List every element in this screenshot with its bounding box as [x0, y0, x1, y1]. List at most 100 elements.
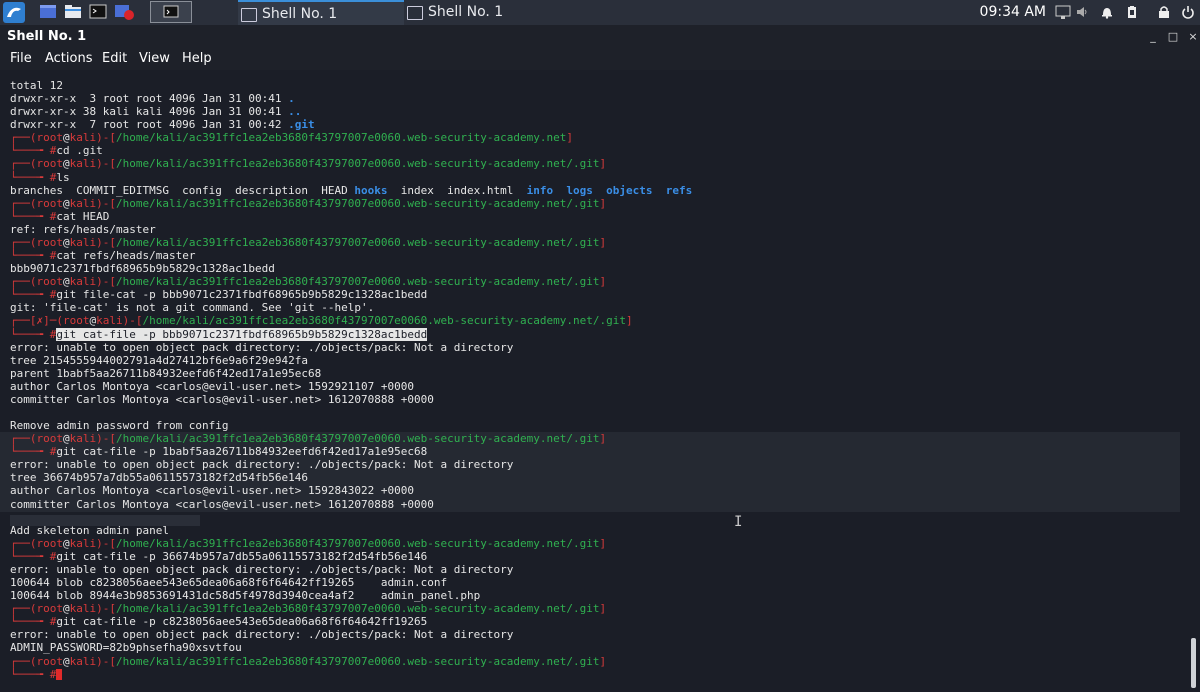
prompt-frame: ]	[599, 157, 607, 171]
output-text: 100644 blob c8238056aee543e65dea06a68f6f…	[10, 576, 448, 590]
prompt-frame: ┌──	[10, 196, 30, 210]
prompt-frame: └─	[10, 549, 24, 563]
prompt-frame: ──╼	[23, 327, 50, 341]
output-text: Remove admin password from config	[10, 419, 229, 433]
terminal-output[interactable]: total 12 drwxr-xr-x 3 root root 4096 Jan …	[0, 70, 1187, 692]
terminal-line: git: 'file-cat' is not a git command. Se…	[10, 301, 374, 314]
prompt-user: root	[36, 536, 64, 550]
output-text: error: unable to open object pack direct…	[10, 562, 514, 576]
terminal-line: Add skeleton admin panel	[10, 524, 169, 537]
prompt-frame: )-[	[96, 275, 116, 289]
prompt-frame: ┌──	[10, 432, 30, 446]
prompt-user: root	[36, 131, 64, 145]
prompt-frame: └─	[10, 209, 24, 223]
menu-view[interactable]: View	[139, 48, 170, 70]
directory-name: .	[288, 92, 295, 106]
scrollbar-thumb[interactable]	[1191, 638, 1196, 688]
menu-help[interactable]: Help	[182, 48, 212, 70]
minimize-button[interactable]: _	[1146, 25, 1160, 48]
output-text: ADMIN_PASSWORD=82b9phsefha90xsvtfou	[10, 641, 242, 655]
output-text: author Carlos Montoya <carlos@evil-user.…	[10, 379, 414, 393]
prompt-frame: [	[29, 314, 37, 328]
prompt-frame: )-[	[96, 432, 116, 446]
prompt-frame: ]	[566, 131, 573, 145]
terminal-line: 100644 blob 8944e3b9853691431dc58d5f4978…	[10, 589, 480, 602]
directory-name: .git	[288, 118, 315, 132]
prompt-frame: (	[29, 536, 37, 550]
prompt-path: /home/kali/ac391ffc1ea2eb3680f43797007e0…	[116, 602, 600, 616]
clock[interactable]: 09:34 AM	[980, 0, 1046, 25]
menu-edit[interactable]: Edit	[102, 48, 127, 70]
prompt-at: @	[63, 536, 70, 550]
maximize-button[interactable]: □	[1166, 25, 1180, 48]
ls-entry: drwxr-xr-x 38 kali kali 4096 Jan 31 00:4…	[10, 105, 289, 119]
taskbar-task-shell-1[interactable]: Shell No. 1	[238, 0, 404, 25]
command-text: cat refs/heads/master	[56, 249, 196, 263]
output-text: committer Carlos Montoya <carlos@evil-us…	[10, 497, 434, 511]
prompt-host: kali	[69, 235, 97, 249]
output-text: total 12	[10, 79, 63, 92]
prompt-frame: ]─	[43, 314, 57, 328]
terminal-line: author Carlos Montoya <carlos@evil-user.…	[10, 380, 414, 393]
prompt-frame: ┌──	[10, 235, 30, 249]
terminal-line: bbb9071c2371fbdf68965b9b5829c1328ac1bedd	[10, 262, 275, 275]
prompt-frame: ]	[599, 275, 607, 289]
lock-screen-icon[interactable]	[1157, 5, 1171, 19]
menu-file[interactable]: File	[10, 48, 32, 70]
display-icon[interactable]	[1055, 4, 1073, 21]
terminal-line: └───╼ #cat refs/heads/master	[10, 249, 195, 262]
prompt-at: @	[63, 196, 70, 210]
terminal-launcher-icon[interactable]	[89, 3, 107, 20]
taskbar-task-label: Shell No. 1	[428, 4, 504, 20]
browser-launcher-icon[interactable]	[114, 3, 134, 20]
prompt-frame: └─	[10, 667, 24, 681]
volume-icon[interactable]	[1075, 5, 1089, 19]
terminal-scrollbar[interactable]	[1187, 70, 1200, 692]
terminal-line: ref: refs/heads/master	[10, 223, 156, 236]
prompt-at: @	[63, 602, 70, 616]
menubar: File Actions Edit View Help	[0, 48, 1200, 70]
kali-menu-icon[interactable]	[3, 2, 25, 23]
output-text: 100644 blob 8944e3b9853691431dc58d5f4978…	[10, 589, 481, 603]
prompt-frame: (	[29, 196, 37, 210]
prompt-frame: )-[	[96, 131, 116, 145]
command-text: cat HEAD	[56, 209, 110, 223]
file-manager-icon[interactable]	[64, 3, 82, 20]
taskbar-task-shell-2[interactable]: Shell No. 1	[404, 0, 570, 25]
battery-icon[interactable]	[1125, 5, 1139, 19]
separator	[652, 184, 665, 197]
menu-actions[interactable]: Actions	[45, 48, 93, 70]
prompt-host: kali	[69, 131, 97, 145]
directory-name: hooks	[354, 183, 388, 197]
terminal-line: 100644 blob c8238056aee543e65dea06a68f6f…	[10, 576, 447, 589]
prompt-path: /home/kali/ac391ffc1ea2eb3680f43797007e0…	[116, 432, 600, 446]
show-desktop-icon[interactable]	[39, 3, 57, 20]
output-text: error: unable to open object pack direct…	[10, 340, 514, 354]
output-text: error: unable to open object pack direct…	[10, 458, 514, 472]
prompt-frame: ┌──	[10, 314, 30, 328]
prompt-host: kali	[96, 314, 123, 328]
active-workspace-icon[interactable]	[150, 1, 192, 23]
prompt-path: /home/kali/ac391ffc1ea2eb3680f43797007e0…	[116, 196, 600, 210]
prompt-frame: (	[29, 432, 37, 446]
terminal-line: └───╼ #git cat-file -p 1babf5aa26711b849…	[10, 445, 427, 458]
notification-bell-icon[interactable]	[1100, 5, 1114, 19]
terminal-line: ┌──(root@kali)-[/home/kali/ac391ffc1ea2e…	[10, 157, 606, 170]
terminal-line: ┌──[✗]─(root@kali)-[/home/kali/ac391ffc1…	[10, 314, 633, 327]
prompt-frame: ┌──	[10, 275, 30, 289]
terminal-cursor	[56, 669, 63, 681]
window-titlebar[interactable]: Shell No. 1 _ □ ×	[0, 25, 1200, 48]
power-icon[interactable]	[1181, 5, 1195, 19]
terminal-line: total 12	[10, 79, 63, 92]
prompt-frame: )-[	[96, 157, 116, 171]
prompt-frame: ┌──	[10, 131, 30, 145]
prompt-frame: ──╼	[23, 615, 50, 629]
directory-name: logs	[566, 183, 593, 197]
close-button[interactable]: ×	[1186, 25, 1200, 48]
output-text: ref: refs/heads/master	[10, 222, 156, 236]
prompt-user: root	[36, 432, 64, 446]
terminal-line: ┌──(root@kali)-[/home/kali/ac391ffc1ea2e…	[10, 275, 606, 288]
prompt-at: @	[63, 432, 70, 446]
terminal-line: ┌──(root@kali)-[/home/kali/ac391ffc1ea2e…	[10, 537, 606, 550]
prompt-path: /home/kali/ac391ffc1ea2eb3680f43797007e0…	[116, 536, 600, 550]
